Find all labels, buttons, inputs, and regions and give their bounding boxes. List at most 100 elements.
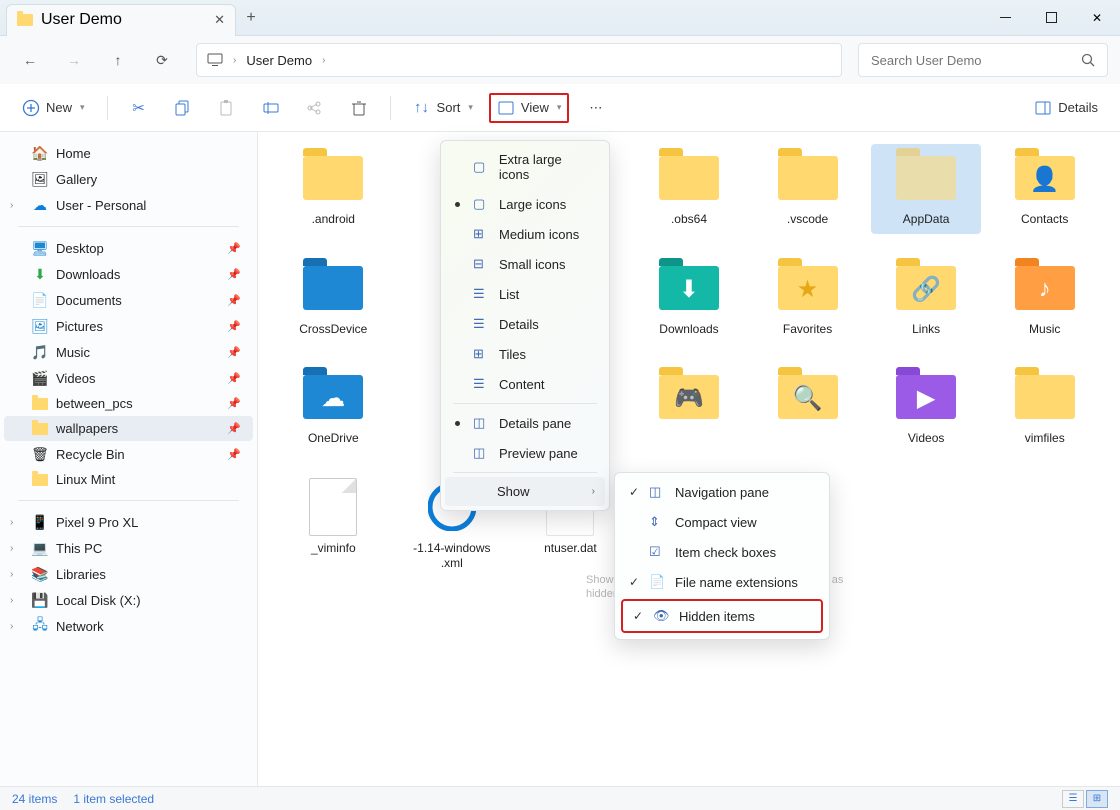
sidebar-desktop[interactable]: 🖥Desktop📌 (4, 235, 253, 261)
folder-onedrive[interactable]: ☁OneDrive (278, 363, 389, 453)
menu-xl-icons[interactable]: ▢Extra large icons (445, 145, 605, 189)
folder-favorites[interactable]: ★Favorites (752, 254, 863, 344)
more-button[interactable]: ⋯ (579, 94, 612, 122)
sidebar-wallpapers[interactable]: wallpapers📌 (4, 416, 253, 441)
forward-button[interactable]: → (56, 42, 92, 78)
folder-saved-games[interactable]: 🎮 (634, 363, 745, 453)
sidebar-between-pcs[interactable]: between_pcs📌 (4, 391, 253, 416)
new-tab-button[interactable]: + (236, 9, 266, 27)
eye-icon: 👁 (653, 608, 669, 624)
icon: ☰ (473, 316, 489, 332)
cut-button[interactable]: ✂ (120, 93, 158, 123)
search-box[interactable] (858, 43, 1108, 77)
menu-preview-pane[interactable]: ◫Preview pane (445, 438, 605, 468)
sidebar-pictures[interactable]: 🖼Pictures📌 (4, 313, 253, 339)
menu-medium-icons[interactable]: ⊞Medium icons (445, 219, 605, 249)
submenu-compact-view[interactable]: ⇕Compact view (619, 507, 825, 537)
submenu-file-ext[interactable]: ✓📄File name extensions (619, 567, 825, 597)
address-bar[interactable]: › User Demo › (196, 43, 842, 77)
menu-details[interactable]: ☰Details (445, 309, 605, 339)
sidebar-local-disk[interactable]: ›💾Local Disk (X:) (4, 587, 253, 613)
menu-small-icons[interactable]: ⊟Small icons (445, 249, 605, 279)
folder-crossdevice[interactable]: CrossDevice (278, 254, 389, 344)
folder-music[interactable]: ♪Music (989, 254, 1100, 344)
minimize-button[interactable] (982, 0, 1028, 36)
share-button[interactable] (296, 93, 334, 123)
maximize-button[interactable] (1028, 0, 1074, 36)
sidebar-libraries[interactable]: ›📚Libraries (4, 561, 253, 587)
sidebar-network[interactable]: ›🖧Network (4, 613, 253, 639)
sidebar-videos[interactable]: 🎬Videos📌 (4, 365, 253, 391)
folder-android[interactable]: .android (278, 144, 389, 234)
back-button[interactable]: ← (12, 42, 48, 78)
menu-content[interactable]: ☰Content (445, 369, 605, 399)
onedrive-icon: ☁ (32, 197, 48, 213)
details-view-button[interactable]: ☰ (1062, 790, 1084, 808)
sort-button[interactable]: ↑↓ Sort ▾ (403, 93, 483, 123)
folder-links[interactable]: 🔗Links (871, 254, 982, 344)
folder-vimfiles[interactable]: vimfiles (989, 363, 1100, 453)
show-submenu: ✓◫Navigation pane ⇕Compact view ☑Item ch… (614, 472, 830, 640)
icons-view-button[interactable]: ⊞ (1086, 790, 1108, 808)
chevron-right-icon[interactable]: › (10, 200, 13, 211)
sidebar-home[interactable]: 🏠Home (4, 140, 253, 166)
search-input[interactable] (871, 53, 1081, 68)
delete-button[interactable] (340, 93, 378, 123)
sidebar-gallery[interactable]: 🖼Gallery (4, 166, 253, 192)
copy-button[interactable] (164, 93, 202, 123)
sidebar-this-pc[interactable]: ›💻This PC (4, 535, 253, 561)
view-menu: ▢Extra large icons ▢Large icons ⊞Medium … (440, 140, 610, 511)
menu-list[interactable]: ☰List (445, 279, 605, 309)
folder-icon (32, 398, 48, 410)
folder-searches[interactable]: 🔍 (752, 363, 863, 453)
folder-contacts[interactable]: 👤Contacts (989, 144, 1100, 234)
chevron-right-icon[interactable]: › (10, 543, 13, 554)
submenu-hidden-items[interactable]: ✓👁Hidden items (621, 599, 823, 633)
icon: 📄 (649, 574, 665, 590)
up-button[interactable]: ↑ (100, 42, 136, 78)
sidebar-music[interactable]: 🎵Music📌 (4, 339, 253, 365)
menu-details-pane[interactable]: ◫Details pane (445, 408, 605, 438)
sidebar-user-personal[interactable]: ›☁User - Personal (4, 192, 253, 218)
file-viminfo[interactable]: _viminfo (278, 473, 389, 578)
menu-show[interactable]: Show› (445, 477, 605, 506)
menu-tiles[interactable]: ⊞Tiles (445, 339, 605, 369)
close-button[interactable]: ✕ (1074, 0, 1120, 36)
submenu-nav-pane[interactable]: ✓◫Navigation pane (619, 477, 825, 507)
icon: ◫ (473, 415, 489, 431)
submenu-item-checkboxes[interactable]: ☑Item check boxes (619, 537, 825, 567)
sidebar-pixel[interactable]: ›📱Pixel 9 Pro XL (4, 509, 253, 535)
sidebar-recycle-bin[interactable]: 🗑Recycle Bin📌 (4, 441, 253, 467)
chevron-right-icon[interactable]: › (10, 517, 13, 528)
separator (453, 472, 597, 473)
folder-videos[interactable]: ▶Videos (871, 363, 982, 453)
paste-button[interactable] (208, 93, 246, 123)
folder-appdata[interactable]: AppData (871, 144, 982, 234)
search-icon[interactable] (1081, 53, 1095, 67)
breadcrumb-segment[interactable]: User Demo (246, 53, 312, 68)
new-button[interactable]: New ▾ (12, 93, 95, 123)
folder-vscode[interactable]: .vscode (752, 144, 863, 234)
folder-icon (17, 14, 33, 26)
folder-obs64[interactable]: .obs64 (634, 144, 745, 234)
details-pane-button[interactable]: Details (1024, 93, 1108, 123)
menu-large-icons[interactable]: ▢Large icons (445, 189, 605, 219)
item-count: 24 items (12, 792, 57, 806)
icon: ☑ (649, 544, 665, 560)
sidebar-documents[interactable]: 📄Documents📌 (4, 287, 253, 313)
window-controls: ✕ (982, 0, 1120, 36)
sidebar-downloads[interactable]: ⬇Downloads📌 (4, 261, 253, 287)
chevron-right-icon[interactable]: › (10, 595, 13, 606)
chevron-down-icon: ▾ (557, 102, 562, 113)
refresh-button[interactable]: ⟳ (144, 42, 180, 78)
chevron-right-icon[interactable]: › (10, 569, 13, 580)
chevron-right-icon[interactable]: › (10, 621, 13, 632)
sidebar-linux-mint[interactable]: Linux Mint (4, 467, 253, 492)
folder-downloads[interactable]: ⬇Downloads (634, 254, 745, 344)
close-tab-icon[interactable]: ✕ (214, 12, 225, 28)
tab[interactable]: User Demo ✕ (6, 4, 236, 36)
rename-button[interactable] (252, 93, 290, 123)
document-icon: 📄 (32, 292, 48, 308)
view-button[interactable]: View ▾ (489, 93, 569, 123)
sort-icon: ↑↓ (413, 99, 431, 117)
